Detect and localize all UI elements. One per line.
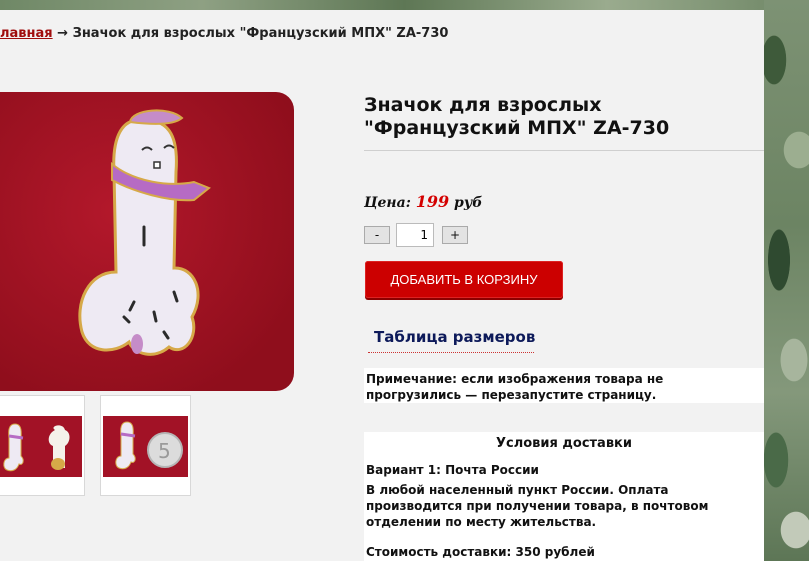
breadcrumb-current: Значок для взрослых "Французский МПХ" ZA… — [72, 26, 449, 41]
delivery-heading: Условия доставки — [496, 436, 632, 451]
product-thumbnail-2[interactable]: 5 — [100, 395, 191, 496]
breadcrumb-arrow: → — [57, 26, 69, 41]
background-camo — [764, 0, 809, 561]
size-table-underline — [368, 352, 534, 353]
breadcrumb: лавная → Значок для взрослых "Французски… — [0, 26, 448, 41]
coin-digit: 5 — [158, 439, 171, 463]
quantity-decrease-button[interactable]: - — [364, 226, 390, 244]
pin-illustration — [78, 109, 211, 356]
quantity-input[interactable]: 1 — [396, 223, 434, 247]
delivery-cost: Стоимость доставки: 350 рублей — [366, 545, 595, 559]
price: Цена: 199 руб — [364, 192, 482, 211]
delivery-conditions: Условия доставки Вариант 1: Почта России… — [364, 432, 764, 561]
product-thumbnail-1[interactable] — [0, 395, 85, 496]
thumbnail-1-image — [0, 416, 82, 477]
delivery-variant-1: Вариант 1: Почта России — [366, 463, 539, 477]
size-table-link[interactable]: Таблица размеров — [374, 328, 535, 346]
price-currency: руб — [454, 195, 483, 211]
add-to-cart-button[interactable]: ДОБАВИТЬ В КОРЗИНУ — [365, 261, 563, 298]
product-main-image[interactable] — [0, 92, 294, 391]
thumbnail-1-illustration — [3, 423, 70, 472]
title-divider — [364, 150, 764, 151]
thumbnail-2-image: 5 — [103, 416, 188, 477]
product-title: Значок для взрослых "Французский МПХ" ZA… — [364, 94, 670, 139]
thumbnail-2-illustration: 5 — [115, 421, 183, 470]
breadcrumb-home-link[interactable]: лавная — [0, 26, 53, 41]
delivery-variant-1-text: В любой населенный пункт России. Оплата … — [366, 483, 709, 529]
quantity-increase-button[interactable]: + — [442, 226, 468, 244]
image-note: Примечание: если изображения товара не п… — [364, 368, 764, 403]
background-top — [0, 0, 809, 10]
price-label: Цена: — [364, 195, 411, 211]
product-page: лавная → Значок для взрослых "Французски… — [0, 10, 764, 561]
price-value: 199 — [415, 192, 450, 211]
